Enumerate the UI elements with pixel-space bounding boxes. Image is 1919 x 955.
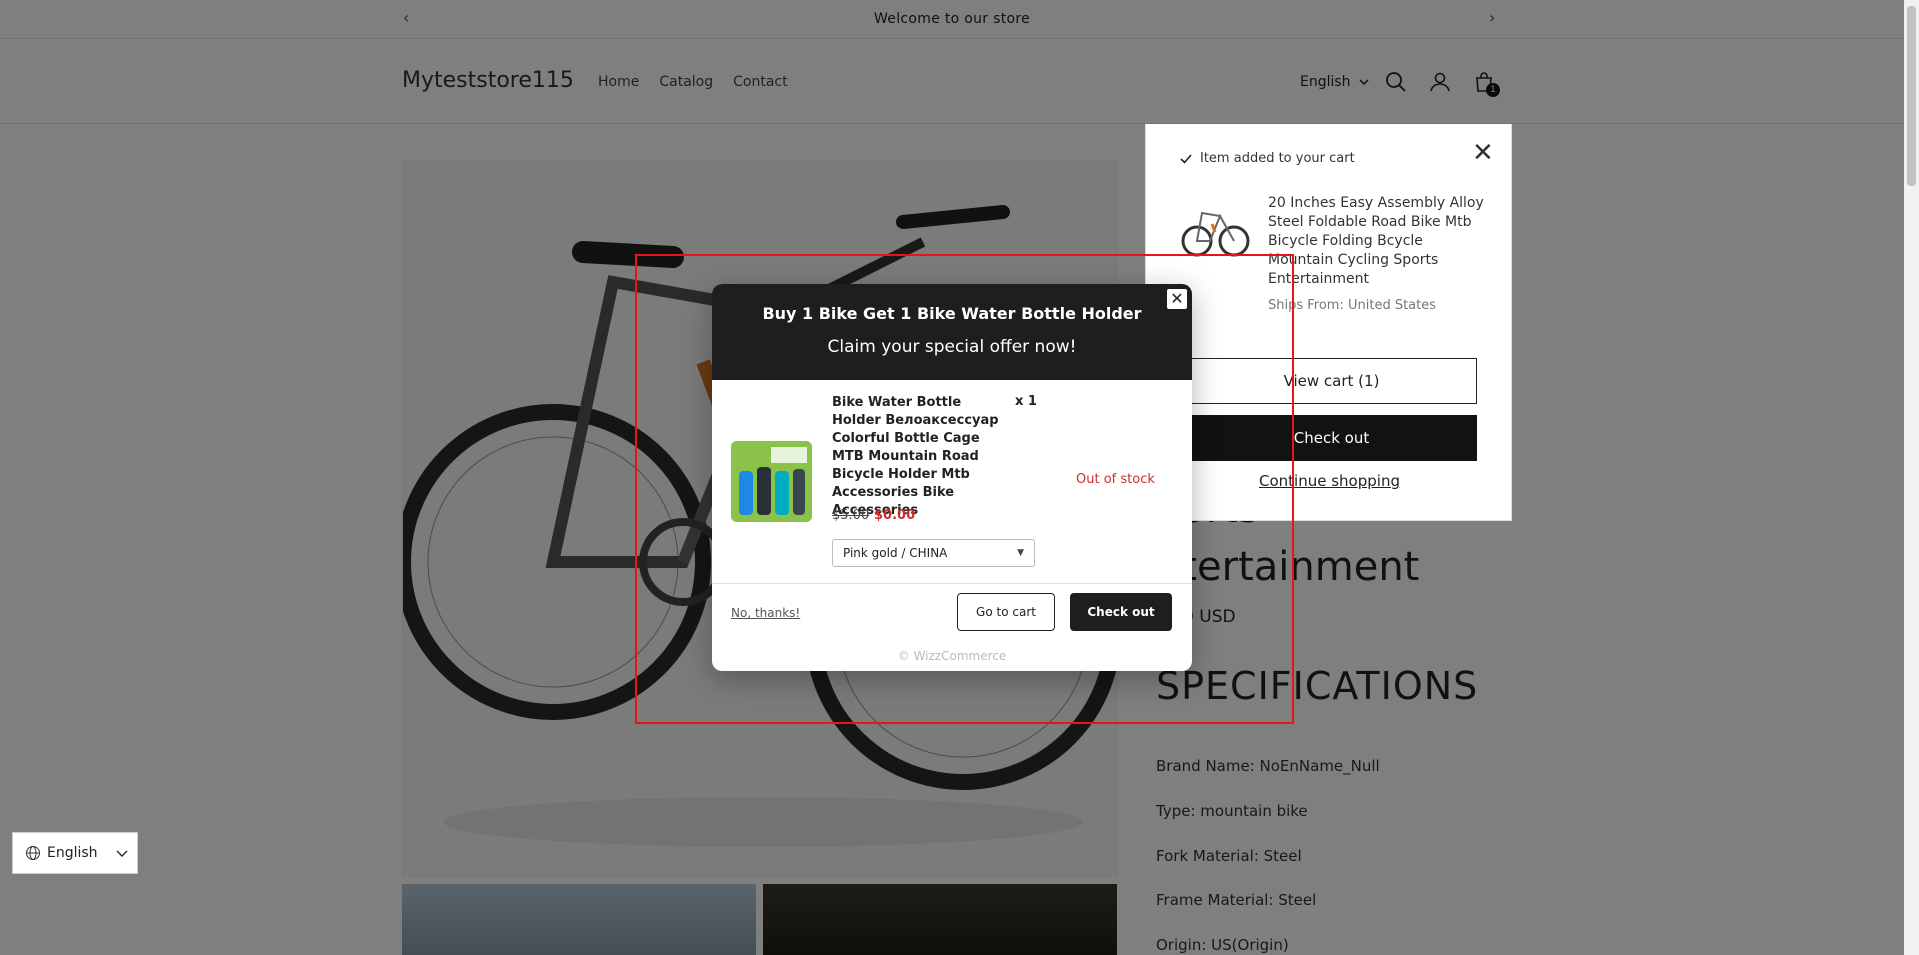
offer-product-name: Bike Water Bottle Holder Велоаксессуар C… [832,395,999,518]
scrollbar-thumb[interactable] [1907,6,1916,186]
cart-item-name: 20 Inches Easy Assembly Alloy Steel Fold… [1268,195,1484,287]
variant-value: Pink gold / CHINA [843,546,948,560]
offer-old-price: $5.00 [832,508,870,523]
chevron-down-icon [116,849,128,857]
offer-new-price: $0.00 [874,508,916,523]
offer-quantity: x 1 [1015,394,1037,409]
upsell-popup: Buy 1 Bike Get 1 Bike Water Bottle Holde… [712,284,1192,671]
footer-language-selector[interactable]: English [12,832,138,874]
item-added-text: Item added to your cart [1200,151,1355,166]
checkmark-icon [1180,153,1192,164]
globe-icon [26,846,40,860]
caret-down-icon: ▼ [1017,548,1024,558]
popup-subtitle: Claim your special offer now! [827,337,1077,357]
popup-checkout-button[interactable]: Check out [1070,593,1172,631]
popup-title: Buy 1 Bike Get 1 Bike Water Bottle Holde… [762,304,1142,323]
offer-product-image [731,441,812,522]
variant-select[interactable]: Pink gold / CHINA ▼ [832,539,1035,567]
no-thanks-link[interactable]: No, thanks! [731,606,800,620]
stock-status: Out of stock [1076,472,1155,487]
bottle-holder-image [731,441,812,522]
item-added-message: Item added to your cart [1180,151,1355,166]
popup-close-icon[interactable]: ✕ [1167,289,1187,309]
popup-header: Buy 1 Bike Get 1 Bike Water Bottle Holde… [712,284,1192,380]
go-to-cart-button[interactable]: Go to cart [957,593,1055,631]
page-scrollbar[interactable] [1904,0,1919,955]
footer-language-label: English [47,845,98,861]
close-icon[interactable]: ✕ [1472,140,1494,166]
popup-brand: © WizzCommerce [897,649,1007,663]
popup-divider [712,583,1192,584]
